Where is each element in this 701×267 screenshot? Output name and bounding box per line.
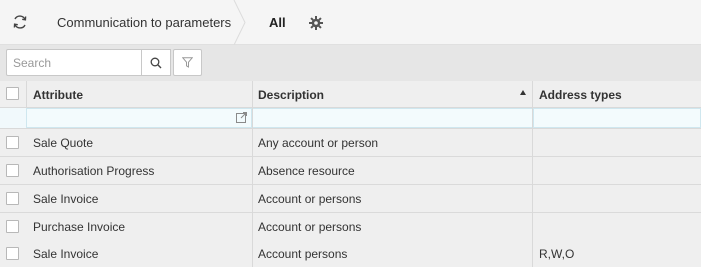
- refresh-icon: [13, 15, 27, 29]
- sort-ascending-icon: [520, 90, 526, 95]
- address-types-filter-cell[interactable]: [533, 108, 701, 128]
- attribute-cell: Authorisation Progress: [33, 164, 155, 178]
- description-cell: Absence resource: [258, 164, 355, 178]
- grid-filter-row: [0, 108, 701, 129]
- table-row[interactable]: Authorisation Progress Absence resource: [0, 157, 701, 185]
- row-checkbox[interactable]: [6, 220, 19, 233]
- attribute-filter-cell[interactable]: [26, 108, 252, 128]
- gear-icon: [309, 16, 323, 30]
- search-toolbar: [0, 45, 701, 81]
- column-header-attribute[interactable]: Attribute: [33, 88, 83, 102]
- row-checkbox[interactable]: [6, 192, 19, 205]
- address-types-cell: R,W,O: [539, 247, 575, 261]
- column-header-address-types[interactable]: Address types: [539, 88, 622, 102]
- description-filter-cell[interactable]: [252, 108, 533, 128]
- table-row[interactable]: Sale Invoice Account or persons: [0, 185, 701, 213]
- row-checkbox[interactable]: [6, 247, 19, 260]
- column-header-description[interactable]: Description: [258, 88, 324, 102]
- breadcrumb-title[interactable]: Communication to parameters: [57, 15, 231, 30]
- row-checkbox[interactable]: [6, 164, 19, 177]
- refresh-button[interactable]: [8, 10, 32, 34]
- open-external-icon[interactable]: [235, 111, 248, 124]
- table-row[interactable]: Purchase Invoice Account or persons: [0, 213, 701, 241]
- description-cell: Any account or person: [258, 136, 379, 150]
- attribute-cell: Sale Quote: [33, 136, 94, 150]
- filter-button[interactable]: [173, 49, 202, 76]
- search-icon: [150, 57, 162, 68]
- column-divider: [532, 81, 533, 267]
- column-divider: [252, 81, 253, 267]
- grid-header-row: Attribute Description Address types: [0, 81, 701, 108]
- table-row[interactable]: Sale Quote Any account or person: [0, 129, 701, 157]
- description-cell: Account or persons: [258, 220, 362, 234]
- description-cell: Account or persons: [258, 192, 362, 206]
- settings-button[interactable]: [306, 13, 326, 33]
- row-checkbox[interactable]: [6, 136, 19, 149]
- attribute-cell: Sale Invoice: [33, 247, 99, 261]
- tab-all[interactable]: All: [269, 15, 286, 30]
- attribute-cell: Sale Invoice: [33, 192, 99, 206]
- attribute-cell: Purchase Invoice: [33, 220, 126, 234]
- data-grid: Attribute Description Address types Sale…: [0, 81, 701, 267]
- description-cell: Account persons: [258, 247, 348, 261]
- column-divider: [26, 81, 27, 108]
- breadcrumb-separator: [233, 0, 246, 45]
- table-row[interactable]: Sale Invoice Account persons R,W,O: [0, 240, 701, 267]
- search-button[interactable]: [142, 49, 171, 76]
- search-input[interactable]: [6, 49, 142, 76]
- filter-icon: [182, 57, 193, 68]
- top-bar: Communication to parameters All: [0, 0, 701, 45]
- select-all-checkbox[interactable]: [6, 87, 19, 100]
